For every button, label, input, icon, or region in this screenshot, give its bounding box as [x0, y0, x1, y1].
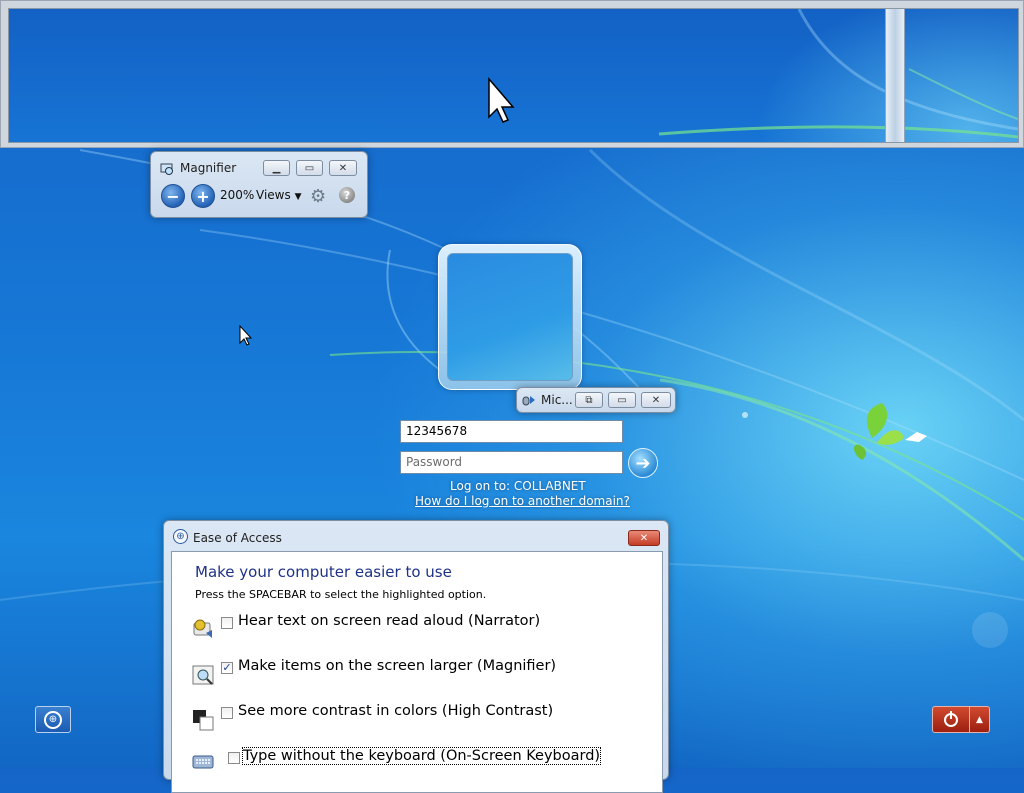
- high-contrast-icon: [192, 709, 214, 731]
- ease-of-access-dialog: ⊕ Ease of Access ✕ Make your computer ea…: [163, 520, 669, 793]
- username-field[interactable]: 12345678: [400, 420, 623, 443]
- magnifier-lens-view: [0, 0, 1024, 148]
- eoa-instruction: Press the SPACEBAR to select the highlig…: [195, 588, 487, 601]
- microphone-window[interactable]: Mic... ⧉ ▭ ✕: [516, 387, 676, 413]
- high-contrast-label: See more contrast in colors (High Contra…: [238, 703, 554, 719]
- keyboard-label: Type without the keyboard (On-Screen Key…: [241, 747, 602, 765]
- power-icon: [944, 710, 958, 727]
- shutdown-button[interactable]: [932, 706, 970, 733]
- settings-gear-icon[interactable]: ⚙: [310, 186, 326, 207]
- option-magnifier[interactable]: ✓ Make items on the screen larger (Magni…: [192, 658, 652, 687]
- maximize-button[interactable]: ▭: [608, 392, 636, 408]
- option-narrator[interactable]: Hear text on screen read aloud (Narrator…: [192, 613, 652, 642]
- magnifier-label: Make items on the screen larger (Magnifi…: [238, 658, 557, 674]
- zoom-in-icon: +: [196, 186, 210, 206]
- magnifier-checkbox[interactable]: ✓: [221, 662, 233, 674]
- zoom-level: 200%: [220, 188, 255, 202]
- restore-button[interactable]: ⧉: [575, 392, 603, 408]
- magnified-region: [8, 8, 1019, 143]
- zoom-out-icon: −: [166, 186, 180, 206]
- magnifier-window: Magnifier ▁ ▭ ✕ − + 200% Views ▼ ⚙ ?: [150, 151, 368, 218]
- views-label: Views: [256, 188, 291, 202]
- magnifier-icon: [192, 663, 214, 685]
- mic-app-icon: [522, 393, 536, 407]
- other-domain-link[interactable]: How do I log on to another domain?: [415, 494, 630, 508]
- keyboard-checkbox[interactable]: [228, 752, 240, 764]
- narrator-checkbox[interactable]: [221, 617, 233, 629]
- close-button[interactable]: ✕: [329, 160, 357, 176]
- eoa-heading: Make your computer easier to use: [195, 563, 452, 581]
- maximize-button[interactable]: ▭: [296, 160, 323, 176]
- ease-of-access-icon: ⊕: [44, 710, 62, 729]
- option-on-screen-keyboard[interactable]: Type without the keyboard (On-Screen Key…: [192, 747, 652, 777]
- option-high-contrast[interactable]: See more contrast in colors (High Contra…: [192, 703, 652, 732]
- magnifier-app-icon: [160, 161, 174, 175]
- zoom-out-button[interactable]: −: [161, 184, 185, 208]
- user-tile: [438, 244, 582, 390]
- narrator-label: Hear text on screen read aloud (Narrator…: [238, 613, 541, 629]
- keyboard-icon: [192, 753, 214, 775]
- eoa-content: Make your computer easier to use Press t…: [171, 551, 663, 793]
- high-contrast-checkbox[interactable]: [221, 707, 233, 719]
- eoa-title: Ease of Access: [193, 531, 282, 545]
- mic-window-title: Mic...: [541, 393, 573, 407]
- magnifier-title: Magnifier: [180, 161, 237, 175]
- close-button[interactable]: ✕: [628, 530, 660, 546]
- user-picture: [447, 253, 573, 381]
- minimize-button[interactable]: ▁: [263, 160, 290, 176]
- ease-of-access-icon: ⊕: [173, 529, 188, 544]
- views-dropdown[interactable]: Views ▼: [256, 188, 301, 202]
- narrator-icon: [192, 617, 214, 639]
- magnified-wallpaper: [488, 9, 1018, 139]
- chevron-down-icon: ▼: [294, 192, 302, 202]
- ease-of-access-button[interactable]: ⊕: [35, 706, 71, 733]
- zoom-in-button[interactable]: +: [191, 184, 215, 208]
- chevron-up-icon: ▲: [976, 714, 983, 725]
- close-button[interactable]: ✕: [641, 392, 671, 408]
- password-field[interactable]: Password: [400, 451, 623, 474]
- magnified-scrollbar: [885, 9, 905, 142]
- shutdown-options-button[interactable]: ▲: [970, 706, 990, 733]
- help-icon[interactable]: ?: [339, 187, 355, 203]
- magnified-cursor-icon: [488, 76, 515, 123]
- submit-arrow-button[interactable]: ➔: [628, 448, 658, 478]
- arrow-right-icon: ➔: [635, 452, 651, 474]
- logon-domain-label: Log on to: COLLABNET: [450, 479, 586, 493]
